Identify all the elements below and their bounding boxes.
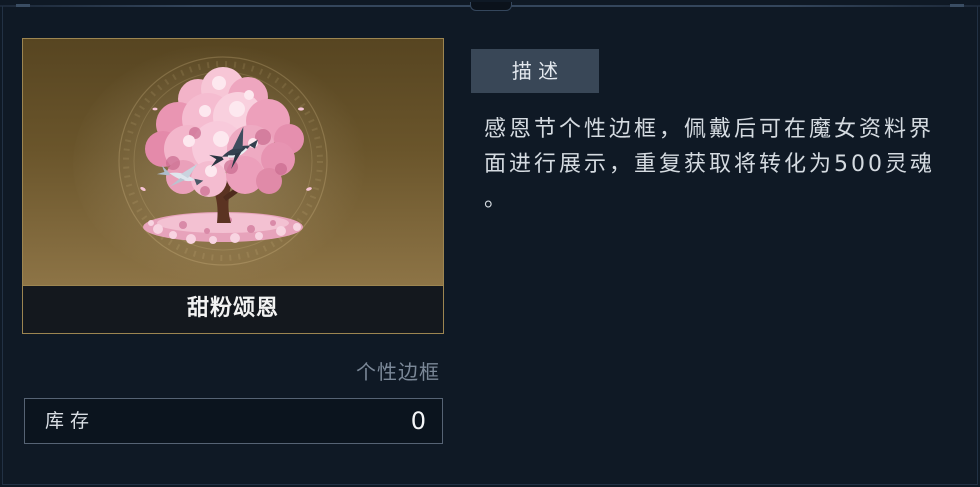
description-text: 感恩节个性边框，佩戴后可在魔女资料界面进行展示，重复获取将转化为500灵魂。 <box>484 117 935 212</box>
inventory-box: 库 存 0 <box>24 398 443 444</box>
item-type-label: 个性边框 <box>356 360 440 384</box>
item-name: 甜粉颂恩 <box>23 285 443 333</box>
inventory-count: 0 <box>410 407 426 435</box>
inventory-label: 库 存 <box>45 410 90 432</box>
item-art <box>23 39 443 285</box>
cherry-blossom-tree-icon <box>73 44 373 284</box>
item-card: 甜粉颂恩 <box>22 38 444 334</box>
description-header: 描 述 <box>471 49 599 93</box>
